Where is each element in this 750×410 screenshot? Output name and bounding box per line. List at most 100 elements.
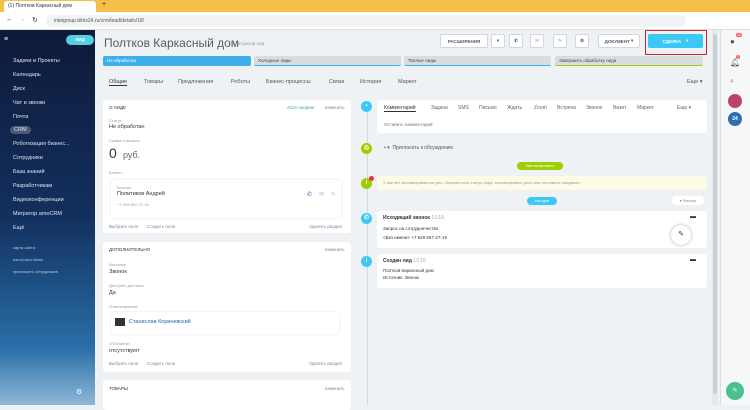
sidebar-item-disk[interactable]: Диск <box>13 86 25 92</box>
stage-new[interactable]: Не обработан <box>103 56 251 66</box>
add-lead-button[interactable]: ЛИД <box>66 35 94 45</box>
goods-card: ТОВАРЫ изменить <box>103 380 351 410</box>
filter-button[interactable]: ▾ Фильтр <box>672 196 704 205</box>
chat-icon[interactable]: ● <box>730 37 735 46</box>
phone-icon[interactable]: ✆ <box>307 191 312 198</box>
mail-icon[interactable]: ✉ <box>530 34 544 48</box>
warning-badge <box>369 176 374 181</box>
url-input[interactable]: intelgroup.bitrix24.ru/crm/lead/details/… <box>46 15 686 27</box>
tl-tab-more[interactable]: Еще ▾ <box>677 105 691 111</box>
invite-link[interactable]: ▪ ▾ Пригласить к обсуждению <box>384 145 453 151</box>
tl-tab-mail[interactable]: Письмо <box>479 105 497 111</box>
address-bar: ← → ↻ intelgroup.bitrix24.ru/crm/lead/de… <box>0 12 750 30</box>
call-icon: ✆ <box>361 213 372 224</box>
tab-robots[interactable]: Роботы <box>231 79 250 85</box>
sidebar-item-crm[interactable]: CRM <box>10 126 31 134</box>
tl-tab-call[interactable]: Звонок <box>586 105 602 111</box>
contact-name[interactable]: Политиков Андрей <box>117 191 165 197</box>
sidebar-item-employees[interactable]: Сотрудники <box>13 155 43 161</box>
sitemap-link[interactable]: карта сайта <box>13 245 35 250</box>
sidebar-item-tasks[interactable]: Задачи и Проекты <box>13 58 60 64</box>
no-activities-warning: У вас нет запланированных дел. Перемести… <box>377 176 707 190</box>
status-label: Статус <box>109 118 122 123</box>
forward-icon[interactable]: → <box>19 16 26 23</box>
select-field-link[interactable]: Выбрать поле <box>109 361 138 366</box>
configure-menu-link[interactable]: настроить меню <box>13 257 43 262</box>
sidebar-item-calendar[interactable]: Календарь <box>13 72 41 78</box>
tl-tab-market[interactable]: Маркет <box>637 105 654 111</box>
chat-icon[interactable]: ✎ <box>331 191 336 198</box>
deal-label: СДЕЛКА <box>662 38 682 44</box>
sidebar-item-knowledge[interactable]: База знаний <box>13 169 45 175</box>
open-chat-icon[interactable]: ✎ <box>726 382 744 400</box>
bell-icon[interactable]: 🔔︎ <box>730 58 740 67</box>
stage-finish[interactable]: Завершить обработку лида <box>555 56 703 66</box>
sidebar-item-videoconf[interactable]: Видеоконференции <box>13 197 64 203</box>
invite-link[interactable]: пригласить сотрудников <box>13 269 58 274</box>
tab-more[interactable]: Еще ▾ <box>687 79 703 85</box>
delete-section-link[interactable]: Удалить раздел <box>309 224 342 229</box>
event-menu-icon[interactable]: ▬ <box>690 257 696 263</box>
tl-tab-sms[interactable]: SMS <box>458 105 469 111</box>
responsible-name[interactable]: Станислав Кориневский <box>129 319 191 325</box>
sidebar-item-more[interactable]: Ещё <box>13 225 24 231</box>
tab-links[interactable]: Связи <box>329 79 344 85</box>
back-icon[interactable]: ← <box>6 16 13 23</box>
stage-warm[interactable]: Теплые лиды <box>404 56 551 66</box>
sidebar-item-amocrm[interactable]: Мигратор amoCRM <box>13 211 62 217</box>
tl-tab-task[interactable]: Задача <box>431 105 448 111</box>
tl-tab-zoom[interactable]: Zoom <box>534 105 547 111</box>
event-menu-icon[interactable]: ▬ <box>690 214 696 220</box>
menu-icon[interactable]: ≡ <box>4 36 8 43</box>
phone-icon[interactable]: ✆ <box>509 34 523 48</box>
tl-tab-meeting[interactable]: Встреча <box>557 105 576 111</box>
tl-tab-visit[interactable]: Визит <box>613 105 627 111</box>
timeline-editor: Комментарий Задача SMS Письмо Ждать Zoom… <box>377 100 707 133</box>
b24-logo[interactable]: 24 <box>728 112 742 126</box>
sidebar-item-mail[interactable]: Почта <box>13 114 28 120</box>
comment-input[interactable]: Оставить комментарий <box>384 122 433 127</box>
edit-link[interactable]: изменить <box>325 247 345 252</box>
tab-history[interactable]: История <box>360 79 381 85</box>
tl-tab-wait[interactable]: Ждать <box>507 105 522 111</box>
card-title: О ЛИДЕ <box>109 105 126 110</box>
extensions-button[interactable]: РАСШИРЕНИЯ <box>440 34 488 48</box>
pen-icon[interactable]: ✎ <box>671 225 691 245</box>
create-field-link[interactable]: Создать поле <box>147 224 175 229</box>
delete-section-link[interactable]: Удалить раздел <box>309 361 342 366</box>
scrollbar[interactable] <box>712 30 718 405</box>
search-icon[interactable]: ⌕ <box>730 78 734 86</box>
extensions-dropdown-icon[interactable]: ▾ <box>491 34 505 48</box>
sidebar-item-chat[interactable]: Чат и звонки <box>13 100 45 106</box>
tab-offers[interactable]: Предложения <box>178 79 213 85</box>
new-tab-button[interactable]: + <box>102 1 106 8</box>
tab-market[interactable]: Маркет <box>398 79 417 85</box>
gear-icon[interactable]: ⚙ <box>575 34 589 48</box>
sidebar-item-robotization[interactable]: Роботизация бизнес... <box>13 141 70 147</box>
tl-tab-comment[interactable]: Комментарий <box>384 105 416 112</box>
select-field-link[interactable]: Выбрать поле <box>109 224 138 229</box>
settings-icon[interactable]: ⚙ <box>76 388 82 396</box>
mail-icon[interactable]: ✉ <box>319 191 324 198</box>
sidebar-item-developers[interactable]: Разработчикам <box>13 183 52 189</box>
responsible-label: Ответственный <box>109 304 138 309</box>
avatar[interactable] <box>728 94 742 108</box>
reload-icon[interactable]: ↻ <box>32 16 38 24</box>
tab-goods[interactable]: Товары <box>144 79 163 85</box>
edit-link[interactable]: изменить <box>325 386 345 391</box>
card-title: ДОПОЛНИТЕЛЬНО <box>109 247 151 252</box>
chat-icon[interactable]: ✎ <box>553 34 567 48</box>
event-time: 13:18 <box>431 215 444 221</box>
edit-link[interactable]: изменить <box>325 105 345 110</box>
acia-link[interactable]: ACIA-скоринг <box>287 105 315 110</box>
stage-cold[interactable]: Холодные лиды <box>254 56 401 66</box>
today-badge: сегодня <box>527 197 557 205</box>
browser-tab[interactable]: (1) Полтков Каркасный дом <box>4 1 96 12</box>
create-field-link[interactable]: Создать поле <box>147 361 175 366</box>
document-button[interactable]: ДОКУМЕНТ ▾ <box>598 34 640 48</box>
event-line: Полтков Каркасный дом <box>383 268 434 273</box>
tab-general[interactable]: Общие <box>109 79 128 86</box>
tab-bp[interactable]: Бизнес-процессы <box>266 79 311 85</box>
deal-button[interactable]: СДЕЛКА ▾ <box>648 34 703 48</box>
contact-label: Контакт <box>117 185 132 190</box>
